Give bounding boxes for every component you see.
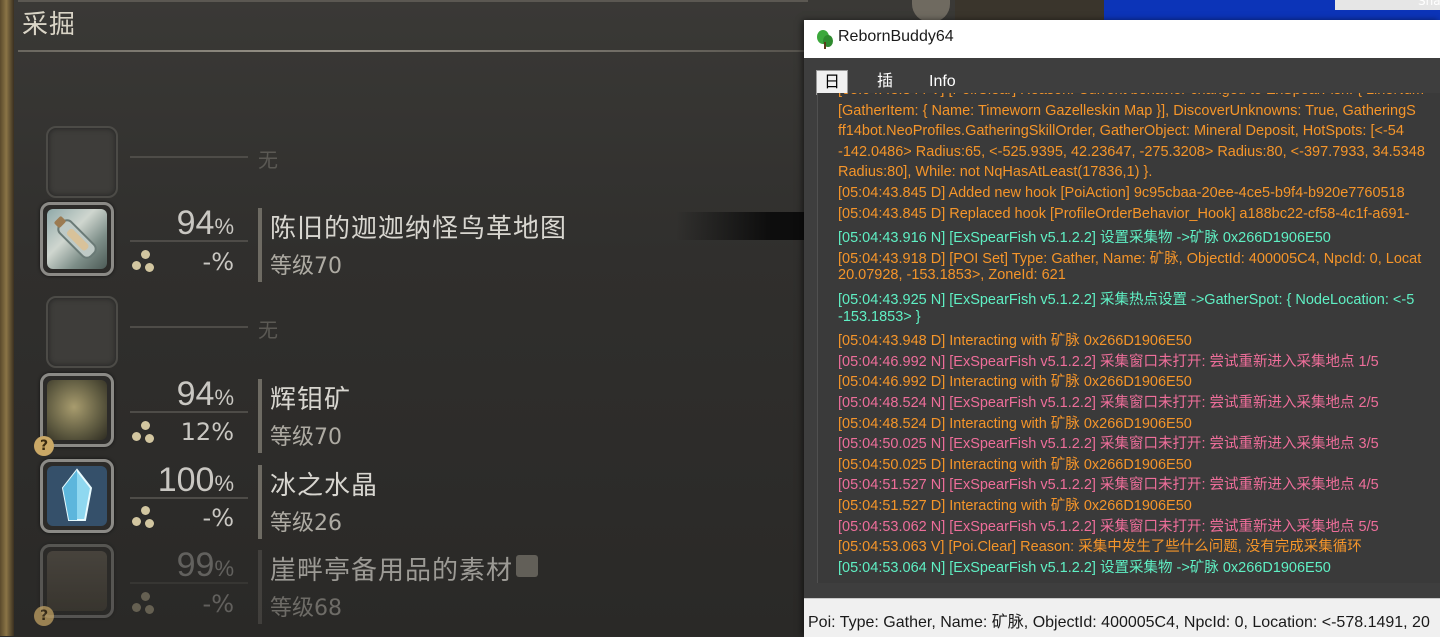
item-separator: [258, 208, 262, 282]
log-line: [05:04:48.524 N] [ExSpearFish v5.1.2.2] …: [838, 395, 1379, 411]
tab-info-panel[interactable]: Info Panel: [922, 70, 977, 113]
collectable-icon: [516, 555, 538, 577]
window-body: 日志 插件 Info Panel [05:04:43.844 V] [Poi.C…: [804, 58, 1440, 598]
log-line: [05:04:43.845 D] Added new hook [PoiActi…: [838, 185, 1405, 201]
rate-divider: [130, 411, 248, 413]
log-line: [05:04:53.063 V] [Poi.Clear] Reason: 采集中…: [838, 539, 1362, 556]
status-bar: Poi: Type: Gather, Name: 矿脉, ObjectId: 4…: [804, 598, 1440, 637]
tab-plugins[interactable]: 插件: [870, 70, 901, 113]
log-line: [05:04:50.025 N] [ExSpearFish v5.1.2.2] …: [838, 436, 1379, 453]
background-strip: [955, 0, 1105, 22]
log-line: -153.1853> }: [838, 308, 921, 325]
log-line: ff14bot.NeoProfiles.GatheringSkillOrder,…: [838, 123, 1404, 140]
item-name[interactable]: 陈旧的迦迦纳怪鸟革地图: [270, 208, 567, 245]
log-line: [05:04:53.064 N] [ExSpearFish v5.1.2.2] …: [838, 559, 1331, 576]
percent-sign: %: [214, 556, 234, 581]
item-name[interactable]: 冰之水晶: [270, 465, 378, 502]
item-level: 等级70: [270, 425, 342, 450]
window-title: 采掘: [22, 10, 77, 40]
log-line: [05:04:46.992 D] Interacting with 矿脉 0x2…: [838, 374, 1192, 391]
unknown-icon: ?: [34, 606, 54, 626]
status-text: Poi: Type: Gather, Name: 矿脉, ObjectId: 4…: [808, 614, 1430, 631]
log-line: 20.07928, -153.1853>, ZoneId: 621: [838, 267, 1066, 284]
item-slot-chest[interactable]: [40, 544, 114, 618]
log-line: -142.0486> Radius:65, <-525.9395, 42.236…: [838, 143, 1425, 160]
log-line: [05:04:43.925 N] [ExSpearFish v5.1.2.2] …: [838, 292, 1415, 308]
hq-rate: -%: [202, 590, 234, 618]
top-divider: [18, 0, 808, 2]
ornament-icon: [912, 0, 950, 22]
gather-rate: 94%: [124, 204, 234, 243]
log-line: [05:04:43.916 N] [ExSpearFish v5.1.2.2] …: [838, 230, 1331, 247]
item-slot-ore[interactable]: [40, 373, 114, 447]
rate-divider: [130, 582, 248, 584]
empty-slot: [46, 126, 118, 198]
rebornbuddy-window: RebornBuddy64 日志 插件 Info Panel [05:04:43…: [804, 20, 1440, 637]
gather-rate: 94%: [124, 375, 234, 414]
log-line: [05:04:48.524 D] Interacting with 矿脉 0x2…: [838, 415, 1192, 432]
window-frame-left: [0, 0, 14, 636]
log-line: [GatherItem: { Name: Timeworn Gazelleski…: [838, 102, 1416, 119]
tab-log[interactable]: 日志: [816, 70, 849, 114]
percent-sign: %: [214, 385, 234, 410]
chest-icon: [47, 551, 107, 611]
gather-rate: 99%: [124, 546, 234, 585]
item-level: 等级26: [270, 511, 342, 536]
item-level: 等级70: [270, 254, 342, 279]
item-level: 等级68: [270, 596, 342, 621]
hq-rate: -%: [202, 248, 234, 276]
bottle-map-icon: [47, 209, 107, 269]
log-line: [05:04:50.025 D] Interacting with 矿脉 0x2…: [838, 456, 1192, 473]
hq-rate: -%: [202, 504, 234, 532]
empty-dash: [130, 156, 248, 158]
gather-rate: 100%: [124, 461, 234, 500]
item-slot-crystal[interactable]: [40, 459, 114, 533]
item-separator: [258, 379, 262, 453]
item-name[interactable]: 辉钼矿: [270, 379, 351, 416]
percent-sign: %: [214, 214, 234, 239]
log-line: [05:04:43.844 V] [Poi.Clear] Reason: Cur…: [838, 93, 1424, 98]
empty-slot: [46, 296, 118, 368]
log-line: [05:04:43.845 D] Replaced hook [ProfileO…: [838, 205, 1410, 222]
gather-rate-value: 94: [176, 204, 215, 242]
gather-rate-value: 100: [157, 461, 215, 499]
log-line: [05:04:43.918 D] [POI Set] Type: Gather,…: [838, 250, 1422, 267]
empty-label: 无: [258, 148, 278, 172]
rate-divider: [130, 240, 248, 242]
empty-dash: [130, 326, 248, 328]
hq-rate: 12%: [180, 418, 234, 446]
log-line: Radius:80], While: not NqHasAtLeast(1783…: [838, 164, 1153, 181]
empty-label: 无: [258, 318, 278, 342]
top-right-label: Sha: [1418, 0, 1440, 8]
title-bar[interactable]: RebornBuddy64: [804, 20, 1440, 58]
item-name[interactable]: 崖畔亭备用品的素材: [270, 550, 513, 587]
log-line: [05:04:53.062 N] [ExSpearFish v5.1.2.2] …: [838, 518, 1379, 535]
ice-crystal-icon: [47, 466, 107, 526]
window-title: RebornBuddy64: [838, 28, 954, 45]
log-line: [05:04:46.992 N] [ExSpearFish v5.1.2.2] …: [838, 353, 1379, 370]
selection-shadow: [676, 212, 811, 240]
title-divider: [18, 50, 808, 52]
leaf-app-icon: [816, 29, 834, 49]
log-line: [05:04:51.527 N] [ExSpearFish v5.1.2.2] …: [838, 477, 1379, 494]
gather-rate-value: 94: [176, 375, 215, 413]
unknown-icon: ?: [34, 436, 54, 456]
log-line: [05:04:43.948 D] Interacting with 矿脉 0x2…: [838, 333, 1192, 350]
rate-divider: [130, 497, 248, 499]
ore-icon: [47, 380, 107, 440]
log-output[interactable]: [05:04:43.844 V] [Poi.Clear] Reason: Cur…: [817, 93, 1440, 583]
percent-sign: %: [214, 471, 234, 496]
item-slot-map[interactable]: [40, 202, 114, 276]
item-separator: [258, 465, 262, 539]
log-line: [05:04:51.527 D] Interacting with 矿脉 0x2…: [838, 498, 1192, 514]
item-separator: [258, 550, 262, 624]
gather-rate-value: 99: [176, 546, 215, 584]
